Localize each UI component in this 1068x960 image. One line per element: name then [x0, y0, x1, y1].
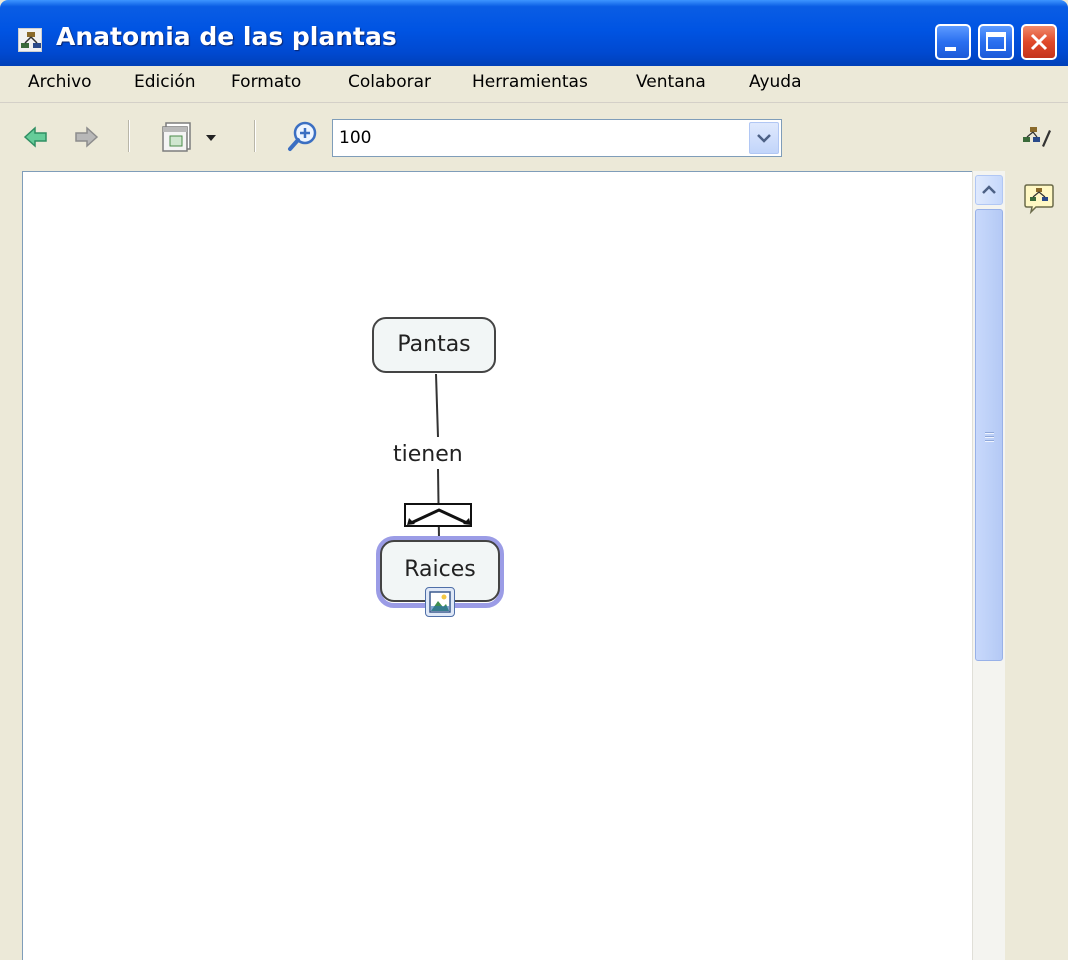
window-title: Anatomia de las plantas — [56, 22, 397, 51]
zoom-value[interactable]: 100 — [339, 128, 371, 148]
minimize-button[interactable] — [935, 24, 971, 60]
link-handle-icon[interactable] — [404, 503, 472, 527]
menu-ayuda[interactable]: Ayuda — [749, 72, 802, 92]
link-line-upper — [435, 373, 439, 438]
menu-formato[interactable]: Formato — [231, 72, 301, 92]
cmap-app-icon — [18, 28, 42, 52]
menu-colaborar[interactable]: Colaborar — [348, 72, 431, 92]
image-resource-icon[interactable] — [425, 587, 455, 617]
concept-pantas[interactable]: Pantas — [372, 317, 496, 373]
vertical-scrollbar[interactable] — [972, 171, 1005, 960]
menu-ventana[interactable]: Ventana — [636, 72, 706, 92]
cmap-window: Anatomia de las plantas Archivo Edición … — [0, 0, 1068, 960]
scroll-up-button[interactable] — [975, 175, 1003, 205]
scroll-grip — [985, 432, 994, 442]
zoom-in-icon[interactable] — [286, 120, 320, 158]
menu-bar: Archivo Edición Formato Colaborar Herram… — [0, 66, 1068, 103]
close-button[interactable] — [1021, 24, 1057, 60]
maximize-button[interactable] — [978, 24, 1014, 60]
view-mode-icon[interactable] — [160, 120, 230, 158]
concept-map-icon[interactable] — [1022, 181, 1056, 219]
concept-map-canvas[interactable]: Pantas tienen Raices — [22, 171, 972, 960]
toolbar-separator — [128, 120, 130, 152]
arrow-left-icon[interactable] — [22, 124, 50, 154]
menu-edicion[interactable]: Edición — [134, 72, 196, 92]
menu-herramientas[interactable]: Herramientas — [472, 72, 588, 92]
scroll-thumb[interactable] — [975, 209, 1003, 661]
styles-icon[interactable] — [1020, 124, 1052, 158]
zoom-combobox[interactable]: 100 — [332, 119, 782, 157]
chevron-down-icon[interactable] — [749, 122, 779, 154]
link-label-tienen[interactable]: tienen — [393, 442, 463, 467]
toolbar-separator — [254, 120, 256, 152]
title-bar[interactable]: Anatomia de las plantas — [0, 0, 1068, 66]
menu-archivo[interactable]: Archivo — [28, 72, 92, 92]
arrow-right-icon[interactable] — [72, 124, 100, 154]
